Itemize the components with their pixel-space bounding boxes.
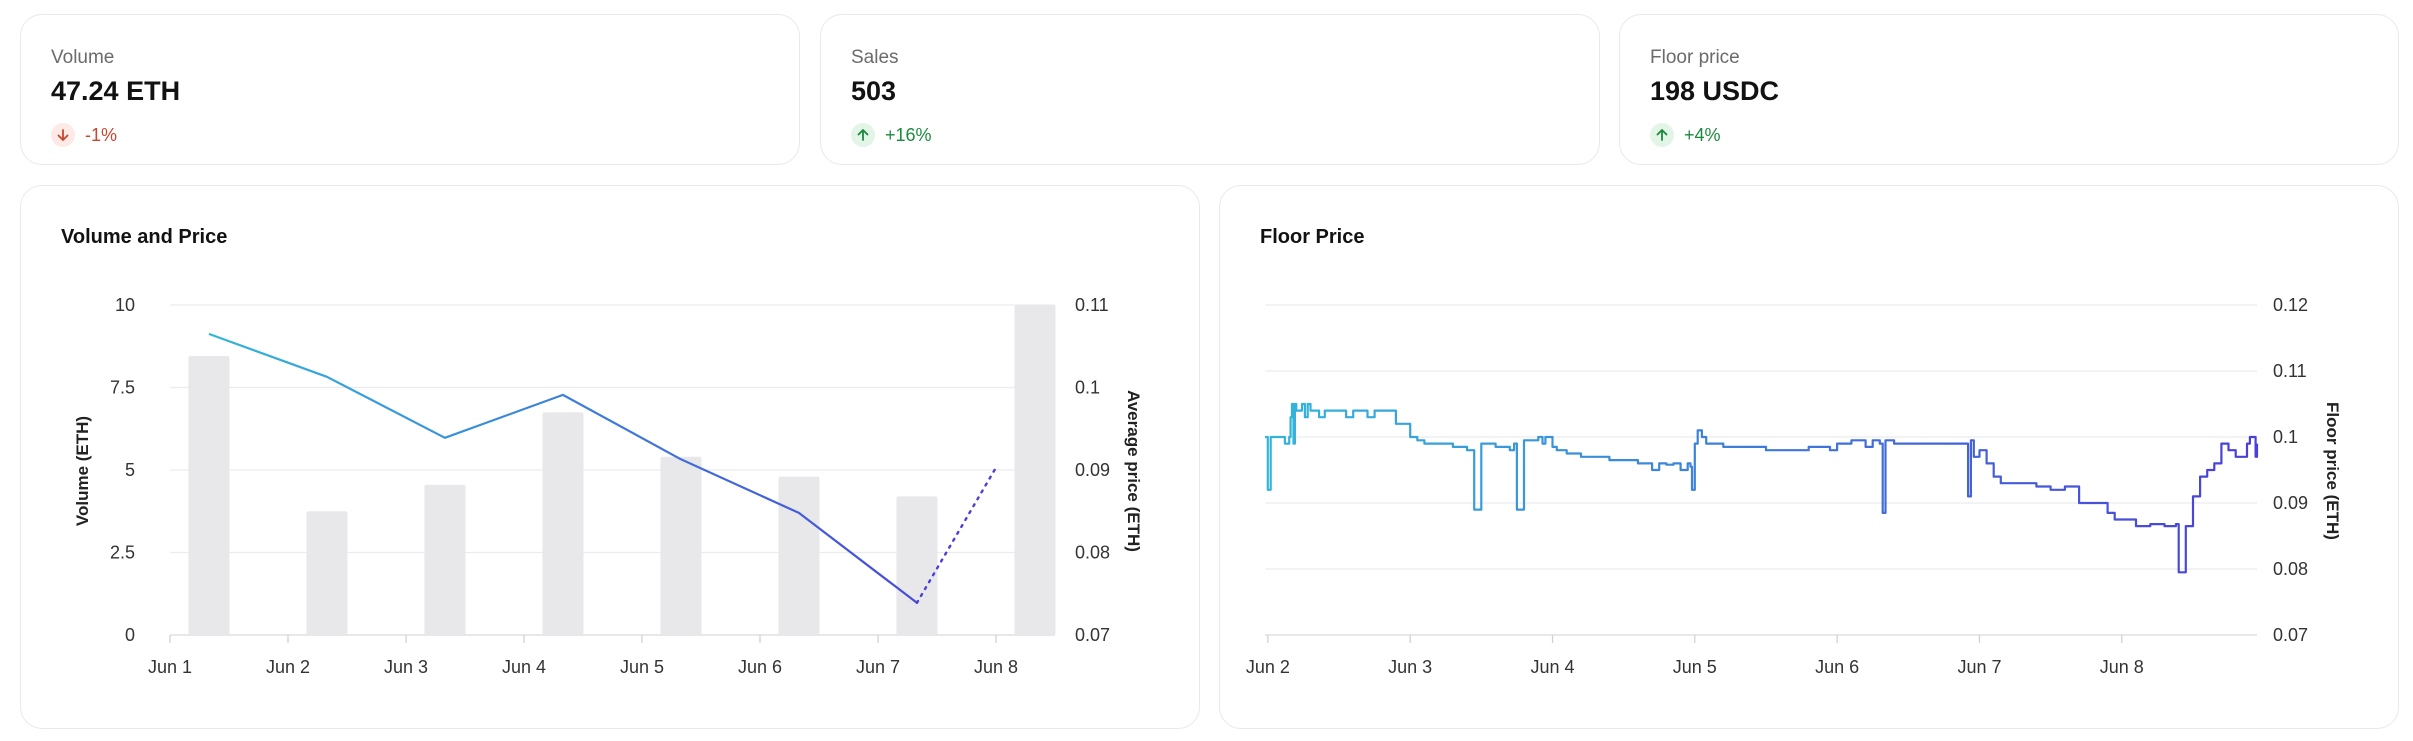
sales-stat-value: 503 (851, 76, 897, 106)
arrow-up-icon (1650, 123, 1674, 147)
floor-price-chart-title: Floor Price (1260, 226, 1365, 248)
volume-stat-value: 47.24 ETH (51, 76, 181, 106)
volume-price-chart-title: Volume and Price (61, 226, 228, 248)
volume-stat-label: Volume (51, 47, 115, 68)
floor-price-chart-card: Floor Price (1219, 185, 2399, 729)
floor-price-stat-change: +4% (1650, 123, 1721, 147)
volume-stat-change: -1% (51, 123, 117, 147)
arrow-down-icon (51, 123, 75, 147)
floor-price-stat-value: 198 USDC (1650, 76, 1780, 106)
arrow-up-icon (851, 123, 875, 147)
sales-stat-change: +16% (851, 123, 932, 147)
volume-stat-change-text: -1% (85, 124, 118, 145)
volume-price-chart-card: Volume and Price (20, 185, 1200, 729)
sales-stat-change-text: +16% (885, 124, 932, 145)
floor-price-stat-card: Floor price 198 USDC +4% (1619, 14, 2399, 165)
sales-stat-card: Sales 503 +16% (820, 14, 1600, 165)
volume-stat-card: Volume 47.24 ETH -1% (20, 14, 800, 165)
floor-price-stat-label: Floor price (1650, 47, 1740, 68)
sales-stat-label: Sales (851, 47, 899, 68)
floor-price-stat-change-text: +4% (1684, 124, 1721, 145)
